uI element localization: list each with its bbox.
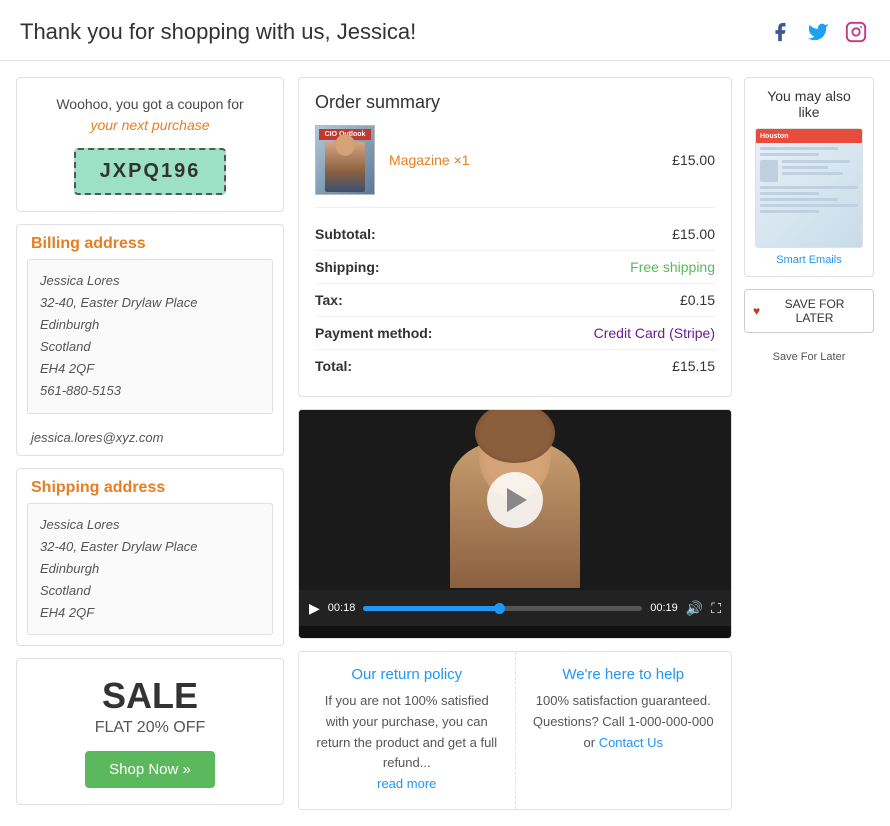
fullscreen-icon[interactable]: ⛶ bbox=[711, 600, 721, 617]
video-controls: ▶ 00:18 00:19 🔊 ⛶ bbox=[299, 590, 731, 626]
social-icons bbox=[766, 18, 870, 46]
shipping-region: Scotland bbox=[40, 583, 91, 598]
order-item-image: CIO Outlook bbox=[315, 125, 375, 195]
play-triangle-icon bbox=[507, 488, 527, 512]
center-right-inner: Order summary CIO Outlook bbox=[298, 77, 874, 810]
sale-box: SALE FLAT 20% OFF Shop Now » bbox=[16, 658, 284, 805]
billing-postcode: EH4 2QF bbox=[40, 361, 94, 376]
sale-title: SALE bbox=[33, 675, 267, 717]
total-value: £15.15 bbox=[672, 358, 715, 374]
payment-label: Payment method: bbox=[315, 325, 432, 341]
product-thumbnail: Houston bbox=[755, 128, 863, 248]
video-time-total: 00:19 bbox=[650, 602, 678, 614]
billing-address-box: Jessica Lores 32-40, Easter Drylaw Place… bbox=[27, 259, 273, 414]
video-background bbox=[299, 410, 731, 590]
shipping-city: Edinburgh bbox=[40, 561, 99, 576]
billing-phone: 561-880-5153 bbox=[40, 383, 121, 398]
save-btn-label: SAVE FOR LATER bbox=[764, 297, 865, 325]
billing-address1: 32-40, Easter Drylaw Place bbox=[40, 295, 198, 310]
shipping-address1: 32-40, Easter Drylaw Place bbox=[40, 539, 198, 554]
twitter-icon[interactable] bbox=[804, 18, 832, 46]
coupon-box: Woohoo, you got a coupon for your next p… bbox=[16, 77, 284, 212]
billing-city: Edinburgh bbox=[40, 317, 99, 332]
play-button[interactable] bbox=[487, 472, 543, 528]
order-item-price: £15.00 bbox=[672, 152, 715, 168]
shop-now-button[interactable]: Shop Now » bbox=[85, 751, 215, 788]
order-item-name: Magazine ×1 bbox=[389, 152, 672, 168]
shipping-label: Shipping: bbox=[315, 259, 380, 275]
info-panels: Our return policy If you are not 100% sa… bbox=[298, 651, 732, 810]
volume-icon[interactable]: 🔊 bbox=[686, 600, 703, 617]
video-progress-dot bbox=[494, 603, 505, 614]
shipping-value: Free shipping bbox=[630, 259, 715, 275]
product-label[interactable]: Smart Emails bbox=[755, 254, 863, 266]
contact-us-link[interactable]: Contact Us bbox=[599, 735, 663, 750]
shipping-title: Shipping address bbox=[17, 469, 283, 503]
center-col: Order summary CIO Outlook bbox=[298, 77, 732, 810]
tax-label: Tax: bbox=[315, 292, 343, 308]
header: Thank you for shopping with us, Jessica! bbox=[0, 0, 890, 61]
subtotal-value: £15.00 bbox=[672, 226, 715, 242]
billing-address-section: Billing address Jessica Lores 32-40, Eas… bbox=[16, 224, 284, 456]
tax-value: £0.15 bbox=[680, 292, 715, 308]
shipping-address-box: Jessica Lores 32-40, Easter Drylaw Place… bbox=[27, 503, 273, 635]
order-row-payment: Payment method: Credit Card (Stripe) bbox=[315, 317, 715, 350]
right-col: You may also like Houston bbox=[744, 77, 874, 810]
video-player[interactable]: ▶ 00:18 00:19 🔊 ⛶ bbox=[298, 409, 732, 639]
return-policy-panel: Our return policy If you are not 100% sa… bbox=[299, 652, 516, 809]
shipping-postcode: EH4 2QF bbox=[40, 605, 94, 620]
order-item: CIO Outlook Magazine ×1 £15.00 bbox=[315, 125, 715, 208]
left-sidebar: Woohoo, you got a coupon for your next p… bbox=[16, 77, 284, 810]
billing-title: Billing address bbox=[17, 225, 283, 259]
help-panel: We're here to help 100% satisfaction gua… bbox=[516, 652, 732, 809]
thumb-header: Houston bbox=[756, 129, 862, 143]
coupon-highlight: your next purchase bbox=[90, 117, 209, 133]
order-summary-title: Order summary bbox=[315, 92, 715, 113]
shipping-name: Jessica Lores bbox=[40, 517, 119, 532]
order-row-tax: Tax: £0.15 bbox=[315, 284, 715, 317]
instagram-icon[interactable] bbox=[842, 18, 870, 46]
thumb-body bbox=[756, 143, 862, 247]
billing-region: Scotland bbox=[40, 339, 91, 354]
video-time-elapsed: 00:18 bbox=[328, 602, 356, 614]
billing-email: jessica.lores@xyz.com bbox=[17, 424, 283, 455]
coupon-code[interactable]: JXPQ196 bbox=[74, 148, 227, 195]
main-content: Woohoo, you got a coupon for your next p… bbox=[0, 61, 890, 826]
video-play-icon[interactable]: ▶ bbox=[309, 600, 320, 617]
help-title: We're here to help bbox=[532, 666, 716, 683]
page-title: Thank you for shopping with us, Jessica! bbox=[20, 19, 416, 45]
order-row-subtotal: Subtotal: £15.00 bbox=[315, 218, 715, 251]
save-for-later-label[interactable]: Save For Later bbox=[744, 351, 874, 363]
return-policy-text: If you are not 100% satisfied with your … bbox=[315, 691, 499, 795]
read-more-link[interactable]: read more bbox=[377, 776, 436, 791]
center-right-area: Order summary CIO Outlook bbox=[298, 77, 874, 810]
video-progress-fill bbox=[363, 606, 497, 611]
you-may-like-title: You may also like bbox=[755, 88, 863, 120]
order-rows: Subtotal: £15.00 Shipping: Free shipping… bbox=[315, 218, 715, 382]
help-text: 100% satisfaction guaranteed. Questions?… bbox=[532, 691, 716, 753]
video-progress-bar[interactable] bbox=[363, 606, 642, 611]
facebook-icon[interactable] bbox=[766, 18, 794, 46]
return-policy-title: Our return policy bbox=[315, 666, 499, 683]
payment-value: Credit Card (Stripe) bbox=[594, 325, 715, 341]
shipping-address-section: Shipping address Jessica Lores 32-40, Ea… bbox=[16, 468, 284, 646]
subtotal-label: Subtotal: bbox=[315, 226, 376, 242]
order-summary: Order summary CIO Outlook bbox=[298, 77, 732, 397]
coupon-text: Woohoo, you got a coupon for your next p… bbox=[33, 94, 267, 136]
you-may-like-section: You may also like Houston bbox=[744, 77, 874, 277]
order-row-total: Total: £15.15 bbox=[315, 350, 715, 382]
billing-name: Jessica Lores bbox=[40, 273, 119, 288]
save-for-later-button[interactable]: ♥ SAVE FOR LATER bbox=[744, 289, 874, 333]
total-label: Total: bbox=[315, 358, 352, 374]
order-row-shipping: Shipping: Free shipping bbox=[315, 251, 715, 284]
sale-subtitle: FLAT 20% OFF bbox=[33, 719, 267, 737]
heart-icon: ♥ bbox=[753, 304, 760, 318]
